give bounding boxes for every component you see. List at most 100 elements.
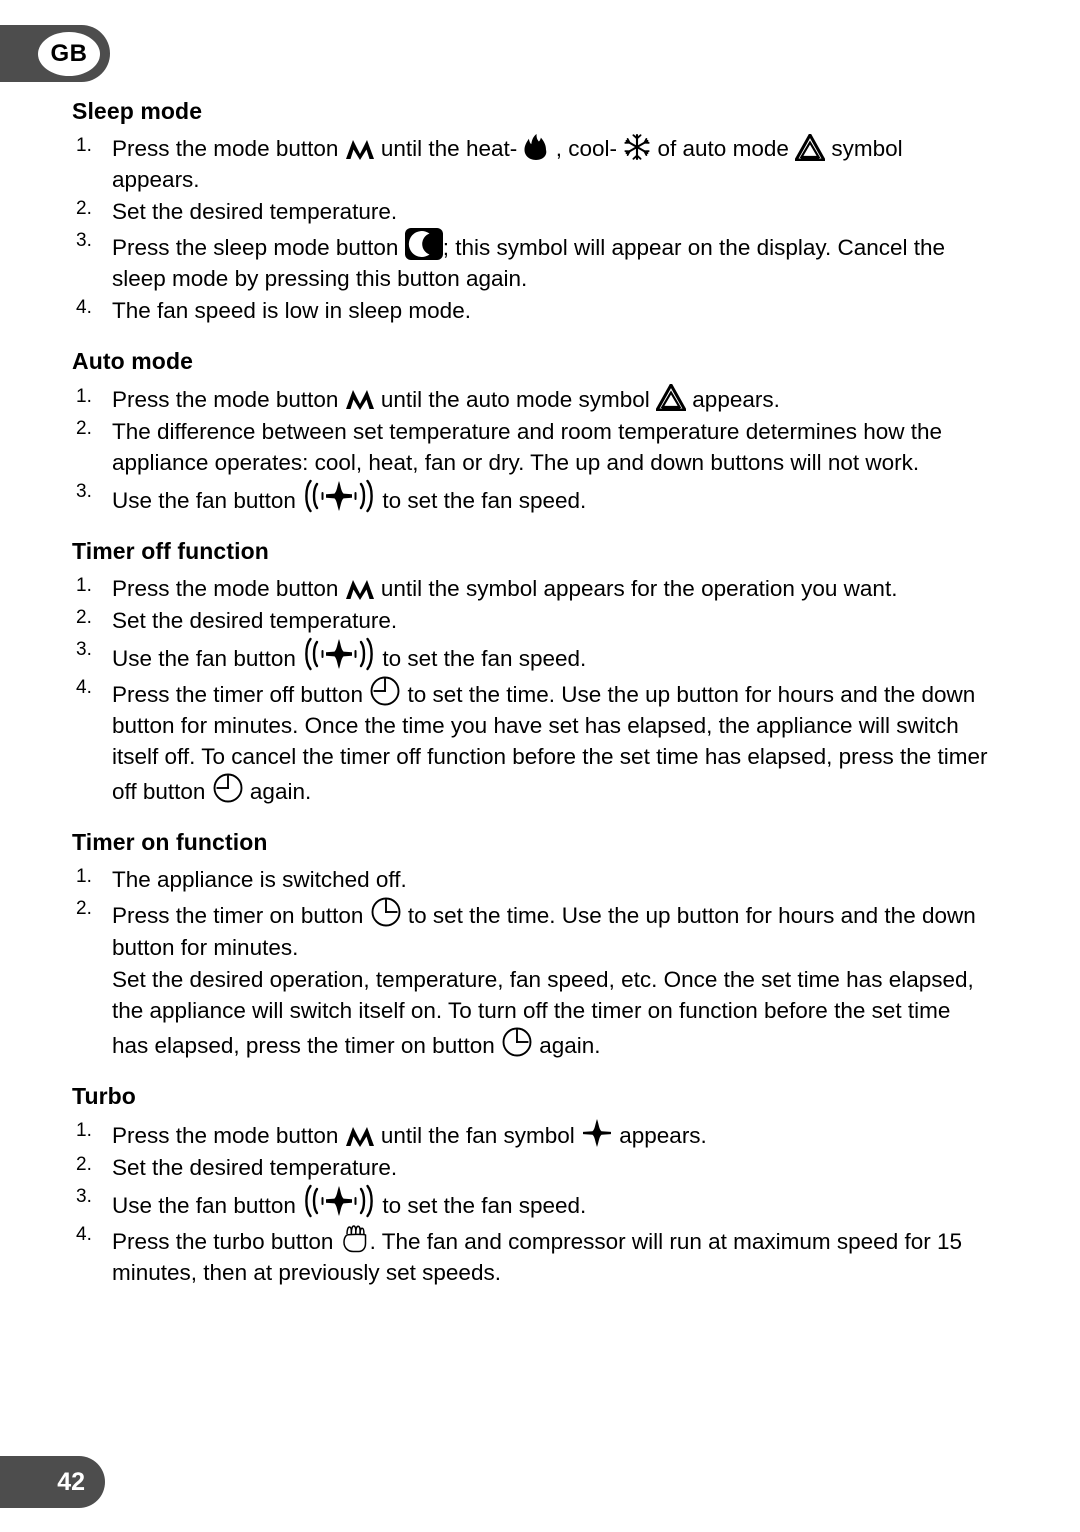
step-text: Use the fan button (112, 487, 303, 513)
step-number: 1. (76, 866, 92, 888)
step-text: The difference between set temperature a… (112, 418, 943, 475)
step-item: 3. Use the fan button to set the fan spee… (72, 637, 992, 674)
step-continuation: Set the desired operation, temperature, … (72, 964, 992, 1061)
step-item: 1. Press the mode button until the fan sy… (72, 1118, 992, 1151)
crescent-moon-button-icon (404, 228, 443, 261)
mode-button-icon (345, 387, 375, 411)
language-badge-label: GB (38, 31, 100, 76)
flame-icon (523, 133, 549, 161)
section-title: Timer off function (72, 537, 269, 564)
step-list: 1. Press the mode button until the symbol… (72, 573, 992, 808)
step-item: 4. The fan speed is low in sleep mode. (72, 295, 992, 326)
step-text: appears. (613, 1122, 707, 1148)
fan-button-icon (302, 1184, 376, 1218)
section-title: Turbo (72, 1082, 136, 1109)
step-number: 4. (76, 677, 92, 698)
clock-timer-off-icon (212, 772, 244, 804)
section-title: Auto mode (72, 348, 193, 375)
step-number: 2. (76, 417, 92, 439)
step-number: 3. (76, 1185, 92, 1207)
step-text: until the heat- (374, 136, 524, 162)
triangle-auto-icon (656, 384, 687, 412)
step-item: 3. Press the sleep mode button ; this sym… (72, 228, 992, 294)
step-text: , cool- (549, 136, 624, 162)
step-text: again. (532, 1032, 601, 1058)
step-item: 3. Use the fan button to set the fan spee… (72, 1184, 992, 1221)
step-number: 3. (76, 230, 92, 252)
step-item: 2. Set the desired temperature. (72, 1152, 992, 1183)
step-text: Press the sleep mode button (112, 235, 405, 261)
clock-timer-on-icon (370, 896, 402, 928)
step-list: 1. Press the mode button until the heat- … (72, 133, 992, 326)
page-number-badge: 42 (0, 1456, 105, 1508)
step-number: 2. (76, 898, 92, 920)
step-number: 3. (76, 480, 92, 502)
step-text: Use the fan button (112, 645, 303, 671)
step-list: 1. The appliance is switched off. 2. Press … (72, 864, 992, 1060)
mode-button-icon (345, 577, 375, 601)
step-number: 3. (76, 638, 92, 660)
step-number: 1. (76, 135, 92, 157)
step-text: to set the fan speed. (376, 1193, 587, 1219)
step-number: 4. (76, 1224, 92, 1246)
step-list: 1. Press the mode button until the auto m… (72, 384, 992, 516)
section-title: Timer on function (72, 829, 268, 856)
page-number-label: 42 (57, 1467, 85, 1496)
step-item: 2. Press the timer on button to set the t… (72, 896, 992, 962)
step-item: 4. Press the timer off button to set the … (72, 675, 992, 807)
step-text: Set the desired temperature. (112, 607, 398, 633)
fist-turbo-icon (340, 1222, 370, 1254)
section: Auto mode 1. Press the mode button until t… (72, 346, 992, 515)
section: Timer off function 1. Press the mode butto… (72, 536, 992, 808)
snowflake-icon (623, 133, 651, 161)
step-number: 2. (76, 198, 92, 220)
step-text: Press the mode button (112, 575, 345, 601)
step-item: 2. The difference between set temperature… (72, 416, 992, 478)
step-item: 1. Press the mode button until the symbol… (72, 573, 992, 604)
step-text: Press the turbo button (112, 1229, 340, 1255)
step-text: The appliance is switched off. (112, 867, 407, 893)
step-text: Set the desired temperature. (112, 199, 398, 225)
step-text: until the symbol appears for the operati… (374, 575, 898, 601)
step-list: 1. Press the mode button until the fan sy… (72, 1118, 992, 1288)
step-text: Press the timer on button (112, 903, 370, 929)
mode-button-icon (345, 1124, 375, 1148)
step-text: Press the timer off button (112, 682, 370, 708)
step-text: until the auto mode symbol (374, 386, 657, 412)
step-number: 2. (76, 1153, 92, 1175)
step-text: Press the mode button (112, 386, 345, 412)
language-badge: GB (0, 25, 110, 82)
step-number: 4. (76, 297, 92, 319)
page-content: Sleep mode 1. Press the mode button until … (72, 96, 992, 1308)
step-text: appears. (686, 386, 780, 412)
step-item: 4. Press the turbo button . The fan and c… (72, 1222, 992, 1288)
step-text: Press the mode button (112, 136, 345, 162)
section-title: Sleep mode (72, 98, 203, 124)
step-number: 1. (76, 574, 92, 596)
step-number: 1. (76, 385, 92, 407)
mode-button-icon (345, 137, 375, 161)
triangle-auto-icon (795, 134, 826, 162)
propeller-fan-icon (581, 1118, 613, 1148)
step-item: 2. Set the desired temperature. (72, 196, 992, 227)
step-item: 1. The appliance is switched off. (72, 864, 992, 895)
step-text: again. (243, 779, 312, 805)
step-text: to set the fan speed. (376, 645, 587, 671)
step-text: Set the desired temperature. (112, 1154, 398, 1180)
step-number: 1. (76, 1119, 92, 1141)
fan-button-icon (302, 637, 376, 671)
step-text: until the fan symbol (374, 1122, 581, 1148)
step-item: 3. Use the fan button to set the fan spee… (72, 479, 992, 516)
step-item: 1. Press the mode button until the heat- … (72, 133, 992, 195)
section: Turbo 1. Press the mode button until the f… (72, 1081, 992, 1288)
section: Timer on function 1. The appliance is swit… (72, 827, 992, 1060)
step-item: 1. Press the mode button until the auto m… (72, 384, 992, 415)
step-text: of auto mode (651, 136, 796, 162)
clock-timer-on-icon (501, 1026, 533, 1058)
section: Sleep mode 1. Press the mode button until … (72, 96, 992, 326)
step-text: Use the fan button (112, 1193, 303, 1219)
step-text: The fan speed is low in sleep mode. (112, 298, 471, 324)
step-number: 2. (76, 606, 92, 628)
clock-timer-off-icon (369, 675, 401, 707)
step-text: to set the fan speed. (376, 487, 587, 513)
